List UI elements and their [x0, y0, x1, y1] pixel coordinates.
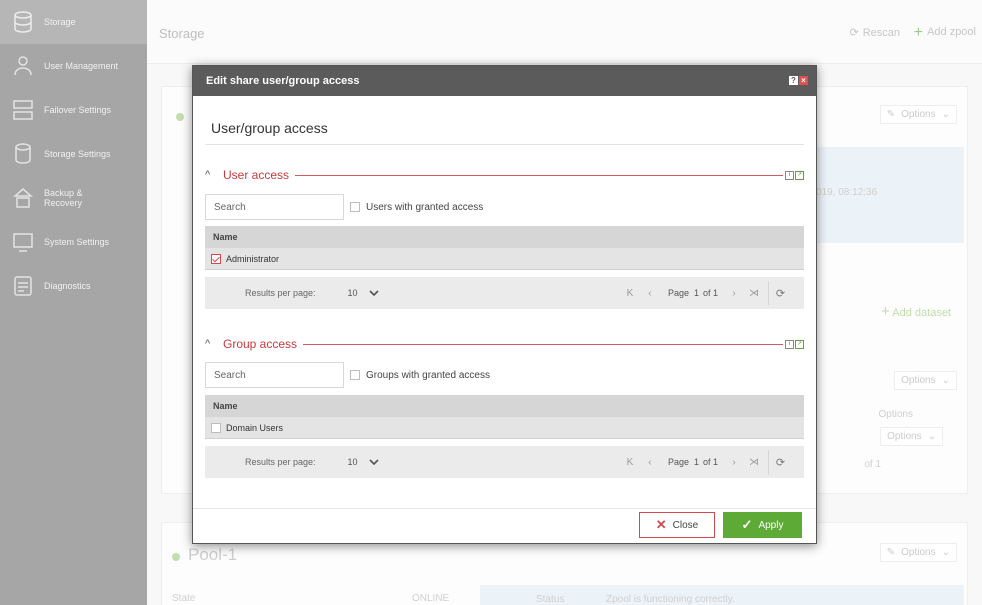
users-table-footer: Results per page: 10 K ‹ Page 1 of 1 › ⋊… [205, 277, 804, 309]
chevron-down-icon[interactable] [368, 456, 380, 468]
info-icon[interactable]: i [785, 339, 794, 349]
prev-page-icon[interactable]: ‹ [640, 288, 660, 299]
groups-table-header: Name [205, 395, 804, 417]
user-access-title: User access [223, 168, 290, 182]
results-per-page-select[interactable]: 10 [348, 457, 358, 467]
name-column-header: Name [213, 401, 238, 411]
info-icon[interactable]: i [785, 170, 794, 180]
apply-label: Apply [758, 519, 784, 531]
pager: K ‹ Page 1 of 1 › ⋊ ⟳ [620, 450, 792, 474]
chevron-up-icon[interactable]: ^ [205, 169, 213, 181]
close-button[interactable]: ✕ Close [639, 512, 715, 538]
chevron-up-icon[interactable]: ^ [205, 338, 213, 350]
help-icon[interactable]: ? [789, 76, 798, 85]
next-page-icon[interactable]: › [724, 288, 744, 299]
results-per-page-label: Results per page: [245, 288, 316, 298]
groups-granted-filter[interactable]: Groups with granted access [350, 362, 490, 388]
table-row[interactable]: Domain Users [205, 417, 804, 439]
section-divider [295, 174, 783, 176]
expand-icon[interactable]: ↗ [795, 170, 804, 180]
next-page-icon[interactable]: › [724, 457, 744, 468]
users-granted-label: Users with granted access [366, 201, 484, 213]
last-page-icon[interactable]: ⋊ [744, 457, 764, 468]
users-granted-checkbox[interactable] [350, 202, 360, 212]
users-table-header: Name [205, 226, 804, 248]
page-label: Page [667, 457, 689, 467]
row-name: Administrator [226, 253, 280, 264]
close-icon[interactable]: × [799, 76, 808, 85]
row-checkbox[interactable] [211, 253, 221, 264]
edit-share-access-dialog: Edit share user/group access ? × User/gr… [192, 65, 817, 544]
name-column-header: Name [213, 232, 238, 242]
checkmark-icon: ✓ [741, 517, 753, 532]
page-of-label: of 1 [702, 457, 718, 467]
first-page-icon[interactable]: K [620, 457, 640, 468]
dialog-header-title: Edit share user/group access [206, 75, 360, 87]
prev-page-icon[interactable]: ‹ [640, 457, 660, 468]
group-access-section-header[interactable]: ^ Group access i ↗ [205, 336, 804, 352]
row-checkbox[interactable] [211, 422, 221, 433]
dialog-header: Edit share user/group access ? × [193, 66, 816, 96]
results-per-page-label: Results per page: [245, 457, 316, 467]
row-name: Domain Users [226, 422, 284, 433]
section-divider [303, 343, 783, 345]
chevron-down-icon[interactable] [368, 287, 380, 299]
pager: K ‹ Page 1 of 1 › ⋊ ⟳ [620, 281, 792, 305]
refresh-icon[interactable]: ⟳ [768, 450, 792, 474]
groups-granted-checkbox[interactable] [350, 370, 360, 380]
apply-button[interactable]: ✓ Apply [723, 512, 802, 538]
page-number-input[interactable]: 1 [694, 457, 699, 467]
close-label: Close [672, 519, 699, 531]
dialog-title: User/group access [211, 120, 328, 136]
page-number-input[interactable]: 1 [694, 288, 699, 298]
groups-table-footer: Results per page: 10 K ‹ Page 1 of 1 › ⋊… [205, 446, 804, 478]
group-search-input[interactable] [205, 362, 344, 388]
page-label: Page [667, 288, 689, 298]
table-row[interactable]: Administrator [205, 248, 804, 270]
divider [205, 144, 804, 145]
groups-granted-label: Groups with granted access [366, 369, 490, 381]
user-search-input[interactable] [205, 194, 344, 220]
page-of-label: of 1 [702, 288, 718, 298]
close-icon: ✕ [655, 517, 667, 532]
users-granted-filter[interactable]: Users with granted access [350, 194, 483, 220]
expand-icon[interactable]: ↗ [795, 339, 804, 349]
footer-divider [193, 508, 816, 509]
results-per-page-select[interactable]: 10 [348, 288, 358, 298]
last-page-icon[interactable]: ⋊ [744, 288, 764, 299]
user-access-section-header[interactable]: ^ User access i ↗ [205, 167, 804, 183]
first-page-icon[interactable]: K [620, 288, 640, 299]
refresh-icon[interactable]: ⟳ [768, 281, 792, 305]
group-access-title: Group access [223, 337, 298, 351]
